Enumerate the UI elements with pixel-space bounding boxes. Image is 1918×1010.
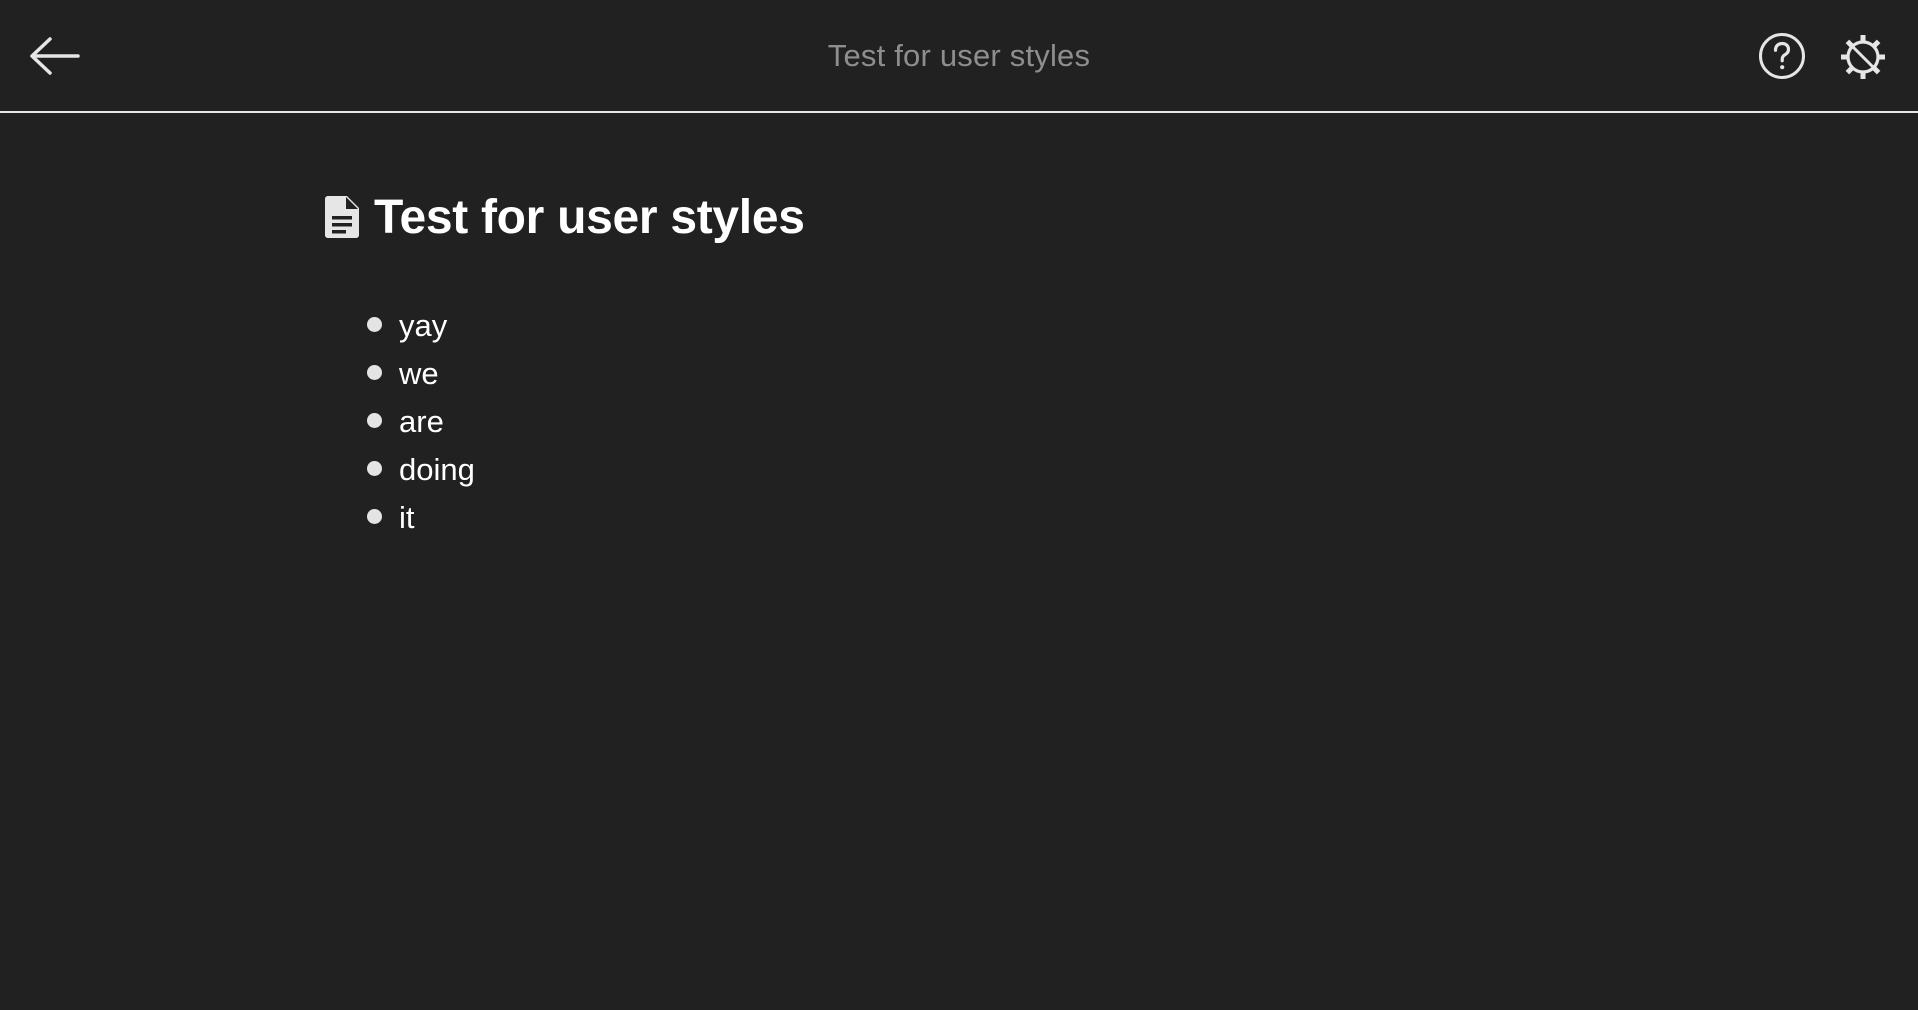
list-item[interactable]: it <box>367 494 1624 542</box>
bullet-icon <box>367 364 382 380</box>
page-title: Test for user styles <box>827 38 1091 73</box>
settings-button[interactable] <box>1836 30 1890 84</box>
list-item[interactable]: yay <box>367 302 1624 350</box>
bullet-list: yay we are doing it <box>324 302 1624 542</box>
document-header: Test for user styles <box>324 184 1624 250</box>
bullet-icon <box>367 316 382 332</box>
document-content: Test for user styles yay we are doing it <box>324 184 1624 542</box>
list-item[interactable]: we <box>367 350 1624 398</box>
list-item-text[interactable]: yay <box>399 308 447 344</box>
gear-icon <box>1841 35 1885 79</box>
bullet-icon <box>367 508 382 524</box>
list-item-text[interactable]: are <box>399 404 444 440</box>
bullet-icon <box>367 412 382 428</box>
help-button[interactable] <box>1757 31 1807 81</box>
question-circle-icon <box>1759 33 1805 79</box>
document-icon <box>324 195 360 239</box>
list-item-text[interactable]: it <box>399 500 415 536</box>
top-bar: Test for user styles <box>0 0 1918 113</box>
list-item-text[interactable]: we <box>399 356 439 392</box>
list-item[interactable]: are <box>367 398 1624 446</box>
bullet-icon <box>367 460 382 476</box>
list-item[interactable]: doing <box>367 446 1624 494</box>
list-item-text[interactable]: doing <box>399 452 475 488</box>
document-title: Test for user styles <box>374 190 805 244</box>
app-window: Test for user styles Test for user style… <box>0 0 1918 1010</box>
